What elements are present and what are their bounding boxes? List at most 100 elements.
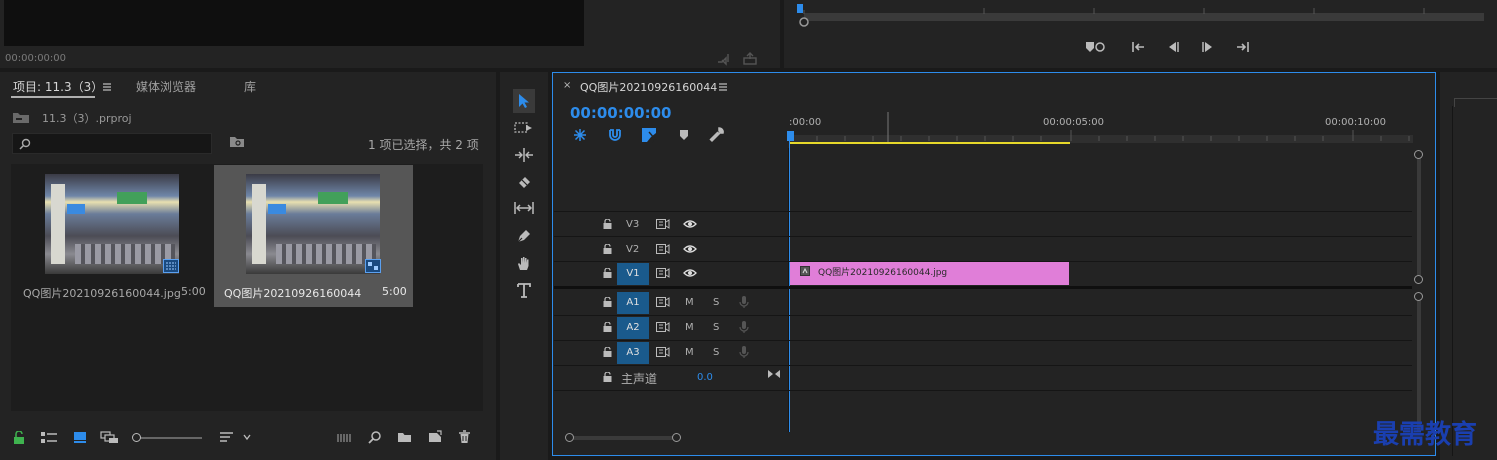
timeline-clip[interactable]: QQ图片20210926160044.jpg <box>790 262 1069 285</box>
fx-badge-icon <box>800 266 810 276</box>
slip-tool[interactable] <box>513 197 535 219</box>
track-target-a1[interactable]: A1 <box>617 292 649 314</box>
sync-lock-icon[interactable] <box>656 347 670 357</box>
track-lock-icon[interactable] <box>603 297 612 307</box>
timeline-zoom-scrollbar[interactable] <box>565 433 683 443</box>
timeline-menu-icon[interactable] <box>718 82 728 92</box>
program-mini-ruler[interactable] <box>784 0 1497 30</box>
export-audio-icon[interactable] <box>716 52 732 66</box>
new-bin-icon[interactable] <box>397 431 412 443</box>
program-monitor-panel <box>784 0 1497 68</box>
track-target-a2[interactable]: A2 <box>617 317 649 339</box>
thumb-sign-green <box>318 192 348 204</box>
track-target-v1[interactable]: V1 <box>617 263 649 285</box>
nest-sequence-icon[interactable] <box>573 128 587 142</box>
eye-icon[interactable] <box>683 244 697 254</box>
solo-button[interactable]: S <box>713 322 719 333</box>
add-marker-link-icon[interactable] <box>1084 39 1106 55</box>
new-item-icon[interactable] <box>428 430 442 443</box>
lock-icon[interactable] <box>13 431 25 444</box>
scroll-handle-bottom[interactable] <box>1414 275 1423 284</box>
solo-button[interactable]: S <box>713 297 719 308</box>
track-lock-icon[interactable] <box>603 268 612 278</box>
eye-icon[interactable] <box>683 219 697 229</box>
work-area-bar[interactable] <box>790 142 1070 144</box>
sort-icons-icon[interactable] <box>219 431 251 444</box>
eye-icon[interactable] <box>683 268 697 278</box>
track-lock-icon[interactable] <box>603 244 612 254</box>
razor-tool[interactable] <box>513 171 535 193</box>
hand-tool[interactable] <box>513 252 535 274</box>
scroll-handle-top[interactable] <box>1414 150 1423 159</box>
zoom-slider-handle[interactable] <box>132 433 141 442</box>
tab-project[interactable]: 项目: 11.3（3） <box>13 78 103 95</box>
scroll-handle-top[interactable] <box>1414 292 1423 301</box>
item-thumbnail[interactable] <box>246 174 380 274</box>
list-view-icon[interactable] <box>40 431 58 444</box>
go-to-in-icon[interactable] <box>1130 40 1146 54</box>
linked-selection-icon[interactable] <box>641 127 657 143</box>
sync-lock-icon[interactable] <box>656 219 670 229</box>
trash-icon[interactable] <box>458 430 471 444</box>
master-volume-value[interactable]: 0.0 <box>697 372 713 383</box>
snap-magnet-icon[interactable] <box>608 128 622 142</box>
track-lock-icon[interactable] <box>603 372 612 382</box>
video-vertical-scrollbar[interactable] <box>1414 150 1424 284</box>
microphone-icon[interactable] <box>739 320 749 334</box>
project-panel-menu-icon[interactable] <box>102 82 112 92</box>
icon-view-icon[interactable] <box>73 431 87 444</box>
project-item-sequence-selected[interactable]: QQ图片20210926160044 5:00 <box>214 165 413 307</box>
track-lock-icon[interactable] <box>603 347 612 357</box>
close-sequence-icon[interactable]: × <box>563 80 571 91</box>
go-to-end-icon[interactable] <box>767 369 781 379</box>
ripple-edit-tool[interactable] <box>513 144 535 166</box>
track-lock-icon[interactable] <box>603 322 612 332</box>
sync-lock-icon[interactable] <box>656 268 670 278</box>
automate-to-sequence-icon[interactable] <box>337 431 353 444</box>
track-label-v3[interactable]: V3 <box>626 219 639 230</box>
wrench-settings-icon[interactable] <box>709 127 725 143</box>
audio-vertical-scrollbar[interactable] <box>1414 292 1424 432</box>
export-frame-icon[interactable] <box>742 52 758 66</box>
solo-button[interactable]: S <box>713 347 719 358</box>
microphone-icon[interactable] <box>739 295 749 309</box>
zoom-handle-right[interactable] <box>672 433 681 442</box>
sequence-tab[interactable]: QQ图片20210926160044 <box>580 79 717 95</box>
microphone-icon[interactable] <box>739 345 749 359</box>
source-timecode[interactable]: 00:00:00:00 <box>5 53 66 64</box>
tab-libraries[interactable]: 库 <box>244 78 256 95</box>
thumb-sign-blue <box>67 204 85 214</box>
mute-button[interactable]: M <box>685 347 694 358</box>
add-marker-icon[interactable] <box>679 129 689 141</box>
go-to-out-icon[interactable] <box>1235 40 1251 54</box>
playhead-timecode[interactable]: 00:00:00:00 <box>570 104 672 122</box>
item-duration: 5:00 <box>181 285 206 298</box>
mute-button[interactable]: M <box>685 322 694 333</box>
item-thumbnail[interactable] <box>45 174 179 274</box>
tab-media-browser[interactable]: 媒体浏览器 <box>136 78 196 95</box>
new-search-bin-icon[interactable] <box>229 135 245 149</box>
track-target-a3[interactable]: A3 <box>617 342 649 364</box>
row-divider <box>554 365 1412 366</box>
project-search-input[interactable] <box>12 133 212 154</box>
step-forward-icon[interactable] <box>1200 40 1216 54</box>
pen-tool[interactable] <box>513 225 535 247</box>
project-item-clip-jpg[interactable]: QQ图片20210926160044.jpg 5:00 <box>14 166 210 306</box>
thumbnail-zoom-slider[interactable] <box>132 432 202 444</box>
sync-lock-icon[interactable] <box>656 297 670 307</box>
zoom-handle-left[interactable] <box>565 433 574 442</box>
mute-button[interactable]: M <box>685 297 694 308</box>
ripple-edit-icon <box>515 148 533 162</box>
find-icon[interactable] <box>368 430 382 444</box>
sync-lock-icon[interactable] <box>656 244 670 254</box>
step-back-icon[interactable] <box>1165 40 1181 54</box>
track-label-v2[interactable]: V2 <box>626 244 639 255</box>
zoom-bar-track <box>569 436 679 440</box>
freeform-view-icon[interactable] <box>100 431 120 444</box>
item-duration: 5:00 <box>382 285 407 298</box>
track-lock-icon[interactable] <box>603 219 612 229</box>
selection-tool[interactable] <box>513 89 535 113</box>
type-tool[interactable] <box>513 279 535 301</box>
sync-lock-icon[interactable] <box>656 322 670 332</box>
track-select-tool[interactable] <box>513 117 535 139</box>
